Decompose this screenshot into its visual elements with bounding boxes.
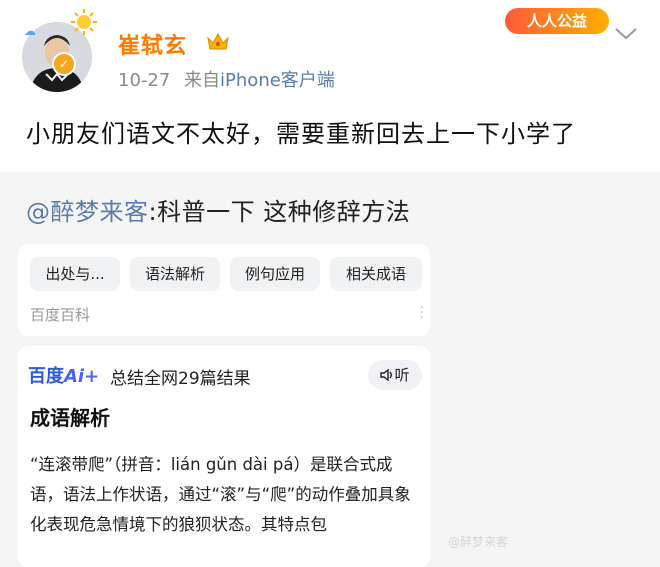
post-meta: 10-27 来自iPhone客户端 (118, 66, 335, 92)
post-text: 小朋友们语文不太好，需要重新回去上一下小学了 (26, 120, 576, 148)
speaker-icon (380, 368, 393, 382)
repost-body: :科普一下 这种修辞方法 (148, 198, 411, 226)
chevron-down-icon[interactable] (614, 26, 638, 45)
listen-button[interactable]: 听 (368, 360, 422, 390)
username[interactable]: 崔轼玄 (118, 28, 187, 60)
verified-icon: ✓ (52, 52, 76, 76)
baidu-ai-logo: 百度Ai+ (28, 362, 99, 388)
chip-related[interactable]: 相关成语 (330, 257, 422, 291)
crown-icon (206, 30, 230, 56)
section-title: 成语解析 (30, 406, 110, 430)
charity-badge[interactable]: 人人公益 (505, 8, 609, 34)
baike-card[interactable]: 出处与... 语法解析 例句应用 相关成语 百度百科 · · · (18, 244, 430, 336)
baike-source: 百度百科 (30, 306, 91, 324)
post-time: 10-27 (118, 70, 171, 91)
mention-link[interactable]: @醉梦来客 (26, 198, 149, 226)
cloud-icon: ☁ (24, 24, 36, 38)
more-dots-icon[interactable]: · · · (420, 301, 424, 325)
ai-summary-card[interactable]: 百度Ai+ 总结全网29篇结果 听 成语解析 “连滚带爬”（拼音：lián gǔ… (18, 346, 430, 567)
logo-ai: Ai+ (64, 366, 100, 387)
watermark: @醉梦来客 (448, 535, 509, 549)
source-prefix: 来自 (184, 70, 221, 91)
source-device[interactable]: iPhone客户端 (220, 70, 335, 91)
logo-text: 百度 (28, 366, 64, 387)
chip-examples[interactable]: 例句应用 (230, 257, 320, 291)
ai-summary-text: 总结全网29篇结果 (110, 369, 251, 389)
listen-label: 听 (394, 366, 410, 384)
sun-icon (70, 8, 98, 40)
repost-text: @醉梦来客:科普一下 这种修辞方法 (26, 192, 410, 227)
ai-paragraph: “连滚带爬”（拼音：lián gǔn dài pá）是联合式成语，语法上作状语，… (30, 455, 411, 534)
chip-grammar[interactable]: 语法解析 (130, 257, 220, 291)
chip-origin[interactable]: 出处与... (30, 257, 120, 291)
